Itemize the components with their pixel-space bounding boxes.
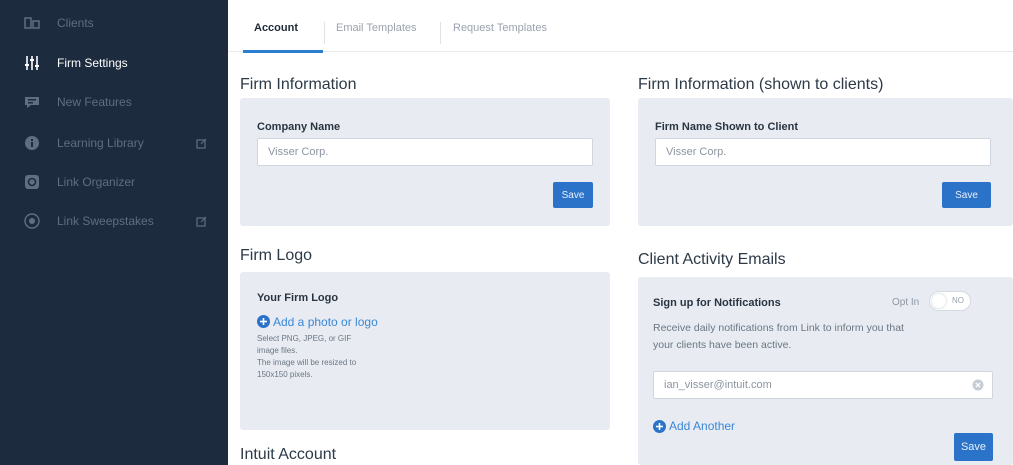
opt-in-label: Opt In (892, 297, 920, 308)
firm-logo-label: Your Firm Logo (257, 292, 339, 304)
sidebar-item-label: Link Sweepstakes (57, 214, 154, 228)
notifications-description-1: Receive daily notifications from Link to… (653, 322, 904, 334)
client-activity-emails-title: Client Activity Emails (638, 251, 786, 268)
logo-help-text-2: image files. (257, 346, 298, 355)
sidebar-item-firm-settings[interactable]: Firm Settings (0, 50, 228, 76)
company-name-label: Company Name (257, 121, 341, 133)
tab-email-templates[interactable]: Email Templates (336, 22, 417, 34)
firm-name-shown-label: Firm Name Shown to Client (655, 121, 799, 133)
logo-help-text-4: 150x150 pixels. (257, 370, 313, 379)
tab-divider (324, 22, 325, 44)
megaphone-icon (25, 97, 39, 108)
clear-icon[interactable] (972, 379, 984, 391)
external-link-icon (196, 216, 207, 227)
sidebar-item-label: Clients (57, 16, 94, 30)
sidebar-item-label: Firm Settings (57, 56, 128, 70)
opt-in-toggle[interactable]: NO (929, 291, 971, 311)
toggle-knob (932, 294, 946, 308)
settings-sliders-icon (25, 56, 39, 70)
firm-logo-card: Your Firm Logo Add a photo or logo Selec… (240, 272, 610, 430)
info-icon (25, 136, 39, 150)
sidebar-item-link-organizer[interactable]: Link Organizer (0, 169, 228, 195)
main-content: Account Email Templates Request Template… (228, 0, 1013, 465)
firm-logo-title: Firm Logo (240, 247, 313, 264)
sidebar-item-label: Link Organizer (57, 175, 136, 189)
notification-email-input[interactable] (653, 371, 993, 399)
firm-name-shown-input[interactable] (655, 138, 991, 166)
active-tab-indicator (243, 50, 323, 53)
firm-information-card: Company Name Save (240, 98, 610, 226)
sidebar-item-label: Learning Library (57, 136, 144, 150)
sidebar-item-link-sweepstakes[interactable]: Link Sweepstakes (0, 208, 228, 234)
sidebar-item-label: New Features (57, 95, 132, 109)
firm-information-clients-card: Firm Name Shown to Client Save (638, 98, 1013, 226)
sidebar: Clients Firm Settings New Features Learn… (0, 0, 228, 465)
sidebar-item-new-features[interactable]: New Features (0, 89, 228, 115)
sign-up-notifications-label: Sign up for Notifications (653, 297, 781, 309)
organizer-icon (25, 175, 39, 189)
firm-information-clients-title: Firm Information (shown to clients) (638, 76, 884, 93)
add-circle-icon (653, 420, 666, 433)
firm-information-title: Firm Information (240, 76, 357, 93)
activity-emails-save-button[interactable]: Save (954, 433, 993, 461)
firm-information-clients-save-button[interactable]: Save (942, 182, 991, 208)
tab-account[interactable]: Account (254, 22, 298, 34)
toggle-state: NO (952, 296, 964, 305)
clients-icon (24, 17, 40, 29)
sidebar-item-clients[interactable]: Clients (0, 10, 228, 36)
tab-request-templates[interactable]: Request Templates (453, 22, 547, 34)
sweepstakes-icon (24, 213, 40, 229)
add-circle-icon (257, 315, 270, 328)
tab-divider (440, 22, 441, 44)
add-photo-link[interactable]: Add a photo or logo (273, 315, 378, 329)
add-another-link[interactable]: Add Another (669, 419, 735, 433)
notifications-description-2: your clients have been active. (653, 339, 792, 351)
sidebar-item-learning-library[interactable]: Learning Library (0, 130, 228, 156)
intuit-account-title: Intuit Account (240, 446, 337, 463)
company-name-input[interactable] (257, 138, 593, 166)
logo-help-text-3: The image will be resized to (257, 358, 357, 367)
external-link-icon (196, 138, 207, 149)
tab-bar: Account Email Templates Request Template… (228, 10, 1013, 53)
logo-help-text-1: Select PNG, JPEG, or GIF (257, 334, 352, 343)
firm-information-save-button[interactable]: Save (553, 182, 593, 208)
client-activity-emails-card: Sign up for Notifications Opt In NO Rece… (638, 277, 1013, 465)
